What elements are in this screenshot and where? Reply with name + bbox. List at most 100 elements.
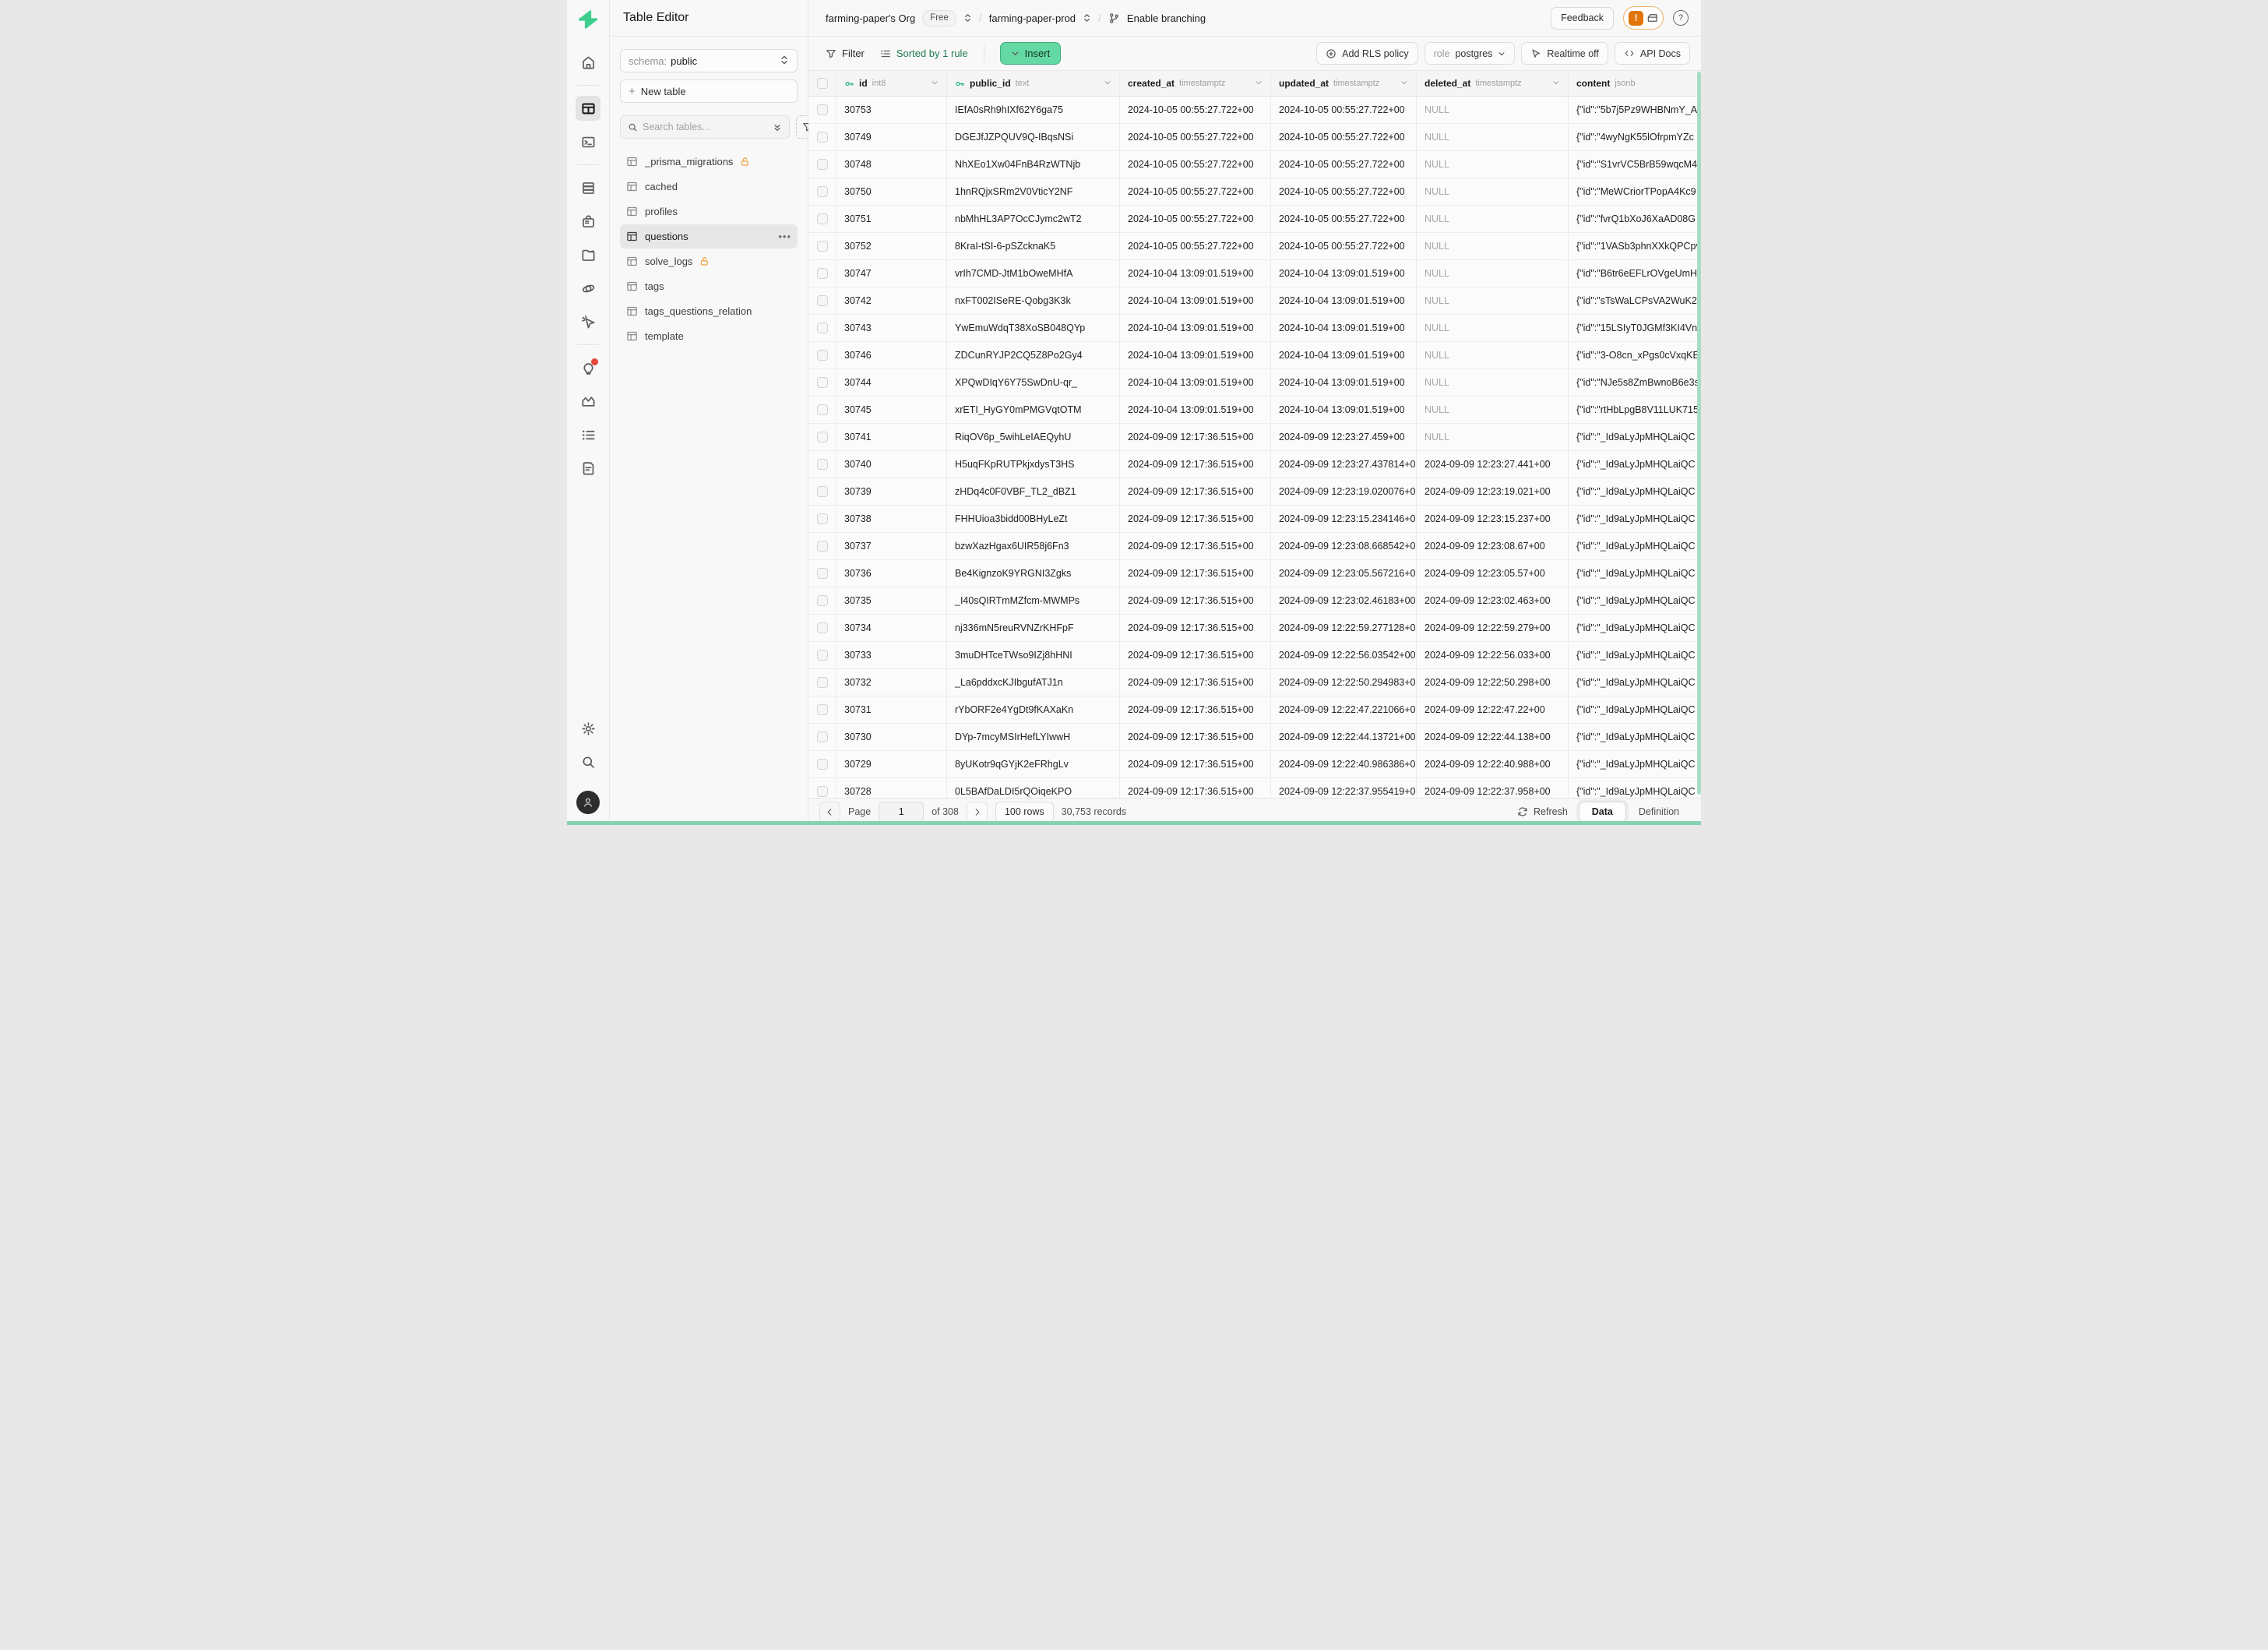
tab-definition[interactable]: Definition [1628,802,1690,823]
cell-id[interactable]: 30734 [836,615,947,641]
cell-created_at[interactable]: 2024-09-09 12:17:36.515+00 [1120,642,1271,668]
cell-deleted_at[interactable]: 2024-09-09 12:23:27.441+00 [1417,451,1569,478]
cell-public_id[interactable]: 8KraI-tSI-6-pSZcknaK5 [947,233,1120,259]
cell-created_at[interactable]: 2024-09-09 12:17:36.515+00 [1120,424,1271,450]
cell-updated_at[interactable]: 2024-09-09 12:23:27.437814+00 [1271,451,1417,478]
storage-icon[interactable] [576,242,600,267]
reports-icon[interactable] [576,389,600,414]
cell-updated_at[interactable]: 2024-09-09 12:23:27.459+00 [1271,424,1417,450]
cell-id[interactable]: 30742 [836,287,947,314]
row-checkbox[interactable] [817,486,828,497]
cell-created_at[interactable]: 2024-10-05 00:55:27.722+00 [1120,97,1271,123]
row-checkbox[interactable] [817,432,828,442]
cell-created_at[interactable]: 2024-09-09 12:17:36.515+00 [1120,587,1271,614]
sort-button[interactable]: Sorted by 1 rule [880,48,968,59]
cell-updated_at[interactable]: 2024-09-09 12:22:56.03542+00 [1271,642,1417,668]
horizontal-scrollbar[interactable] [567,821,1701,825]
cell-content[interactable]: {"id":"S1vrVC5BrB59wqcM4 [1569,151,1701,178]
user-avatar[interactable] [576,791,600,814]
cell-content[interactable]: {"id":"_Id9aLyJpMHQLaiQC [1569,724,1701,750]
column-header-deleted_at[interactable]: deleted_attimestamptz [1417,71,1569,96]
cell-updated_at[interactable]: 2024-09-09 12:23:05.567216+00 [1271,560,1417,587]
cell-created_at[interactable]: 2024-10-04 13:09:01.519+00 [1120,342,1271,368]
cell-public_id[interactable]: 3muDHTceTWso9IZj8hHNI [947,642,1120,668]
row-checkbox[interactable] [817,759,828,770]
cell-deleted_at[interactable]: 2024-09-09 12:23:02.463+00 [1417,587,1569,614]
settings-gear-icon[interactable] [576,716,600,741]
row-checkbox[interactable] [817,186,828,197]
logs-icon[interactable] [576,422,600,447]
row-checkbox[interactable] [817,404,828,415]
cell-public_id[interactable]: nbMhHL3AP7OcCJymc2wT2 [947,206,1120,232]
home-icon[interactable] [576,50,600,75]
cell-created_at[interactable]: 2024-10-05 00:55:27.722+00 [1120,124,1271,150]
help-icon[interactable]: ? [1673,10,1689,26]
cell-content[interactable]: {"id":"1VASb3phnXXkQPCpv [1569,233,1701,259]
column-header-public_id[interactable]: public_idtext [947,71,1120,96]
cell-content[interactable]: {"id":"_Id9aLyJpMHQLaiQC [1569,751,1701,777]
row-checkbox[interactable] [817,513,828,524]
cell-created_at[interactable]: 2024-09-09 12:17:36.515+00 [1120,778,1271,798]
cell-public_id[interactable]: H5uqFKpRUTPkjxdysT3HS [947,451,1120,478]
cell-updated_at[interactable]: 2024-09-09 12:23:15.234146+00 [1271,506,1417,532]
realtime-icon[interactable] [576,276,600,301]
cell-deleted_at[interactable]: 2024-09-09 12:22:40.988+00 [1417,751,1569,777]
cell-updated_at[interactable]: 2024-10-04 13:09:01.519+00 [1271,369,1417,396]
cell-updated_at[interactable]: 2024-10-04 13:09:01.519+00 [1271,287,1417,314]
cell-created_at[interactable]: 2024-09-09 12:17:36.515+00 [1120,506,1271,532]
cell-deleted_at[interactable]: 2024-09-09 12:22:37.958+00 [1417,778,1569,798]
cell-public_id[interactable]: IEfA0sRh9hIXf62Y6ga75 [947,97,1120,123]
row-checkbox[interactable] [817,159,828,170]
table-menu-button[interactable]: ••• [778,231,791,242]
cell-deleted_at[interactable]: NULL [1417,369,1569,396]
cell-updated_at[interactable]: 2024-09-09 12:22:50.294983+00 [1271,669,1417,696]
cell-public_id[interactable]: FHHUioa3bidd00BHyLeZt [947,506,1120,532]
cell-id[interactable]: 30745 [836,397,947,423]
cell-content[interactable]: {"id":"rtHbLpgB8V11LUK7152 [1569,397,1701,423]
row-checkbox[interactable] [817,677,828,688]
row-checkbox[interactable] [817,323,828,333]
cell-public_id[interactable]: NhXEo1Xw04FnB4RzWTNjb [947,151,1120,178]
cell-updated_at[interactable]: 2024-10-04 13:09:01.519+00 [1271,315,1417,341]
cell-id[interactable]: 30730 [836,724,947,750]
cell-deleted_at[interactable]: NULL [1417,397,1569,423]
cell-public_id[interactable]: xrETI_HyGY0mPMGVqtOTM [947,397,1120,423]
row-checkbox[interactable] [817,241,828,252]
cell-created_at[interactable]: 2024-09-09 12:17:36.515+00 [1120,696,1271,723]
filter-button[interactable]: Filter [826,48,865,59]
cell-public_id[interactable]: Be4KignzoK9YRGNI3Zgks [947,560,1120,587]
api-docs-icon[interactable] [576,456,600,481]
sidebar-item-_prisma_migrations[interactable]: _prisma_migrations [620,150,798,174]
cell-content[interactable]: {"id":"3-O8cn_xPgs0cVxqKE [1569,342,1701,368]
search-tables-input[interactable] [638,122,773,132]
edge-functions-icon[interactable] [576,309,600,334]
cell-deleted_at[interactable]: NULL [1417,178,1569,205]
feedback-button[interactable]: Feedback [1551,7,1614,30]
search-icon[interactable] [576,749,600,774]
column-header-content[interactable]: contentjsonb [1569,71,1701,96]
prev-page-button[interactable] [819,802,840,823]
tab-data[interactable]: Data [1579,802,1626,823]
cell-created_at[interactable]: 2024-10-04 13:09:01.519+00 [1120,369,1271,396]
cell-updated_at[interactable]: 2024-10-05 00:55:27.722+00 [1271,124,1417,150]
row-checkbox[interactable] [817,104,828,115]
cell-public_id[interactable]: 0L5BAfDaLDI5rQOiqeKPO [947,778,1120,798]
cell-created_at[interactable]: 2024-09-09 12:17:36.515+00 [1120,751,1271,777]
cell-public_id[interactable]: vrIh7CMD-JtM1bOweMHfA [947,260,1120,287]
cell-public_id[interactable]: ZDCunRYJP2CQ5Z8Po2Gy4 [947,342,1120,368]
next-page-button[interactable] [967,802,988,823]
role-select[interactable]: role postgres [1425,42,1516,65]
add-rls-policy-button[interactable]: Add RLS policy [1316,42,1418,65]
cell-deleted_at[interactable]: 2024-09-09 12:23:15.237+00 [1417,506,1569,532]
refresh-button[interactable]: Refresh [1517,806,1568,817]
vertical-scrollbar[interactable] [1697,72,1701,795]
cell-updated_at[interactable]: 2024-09-09 12:22:37.955419+00 [1271,778,1417,798]
project-switcher-icon[interactable] [1083,12,1091,23]
cell-public_id[interactable]: DGEJfJZPQUV9Q-IBqsNSi [947,124,1120,150]
cell-created_at[interactable]: 2024-10-05 00:55:27.722+00 [1120,151,1271,178]
sidebar-item-tags_questions_relation[interactable]: tags_questions_relation [620,299,798,323]
enable-branching-button[interactable]: Enable branching [1127,12,1206,24]
sql-editor-icon[interactable] [576,129,600,154]
sidebar-item-cached[interactable]: cached [620,175,798,199]
cell-id[interactable]: 30740 [836,451,947,478]
